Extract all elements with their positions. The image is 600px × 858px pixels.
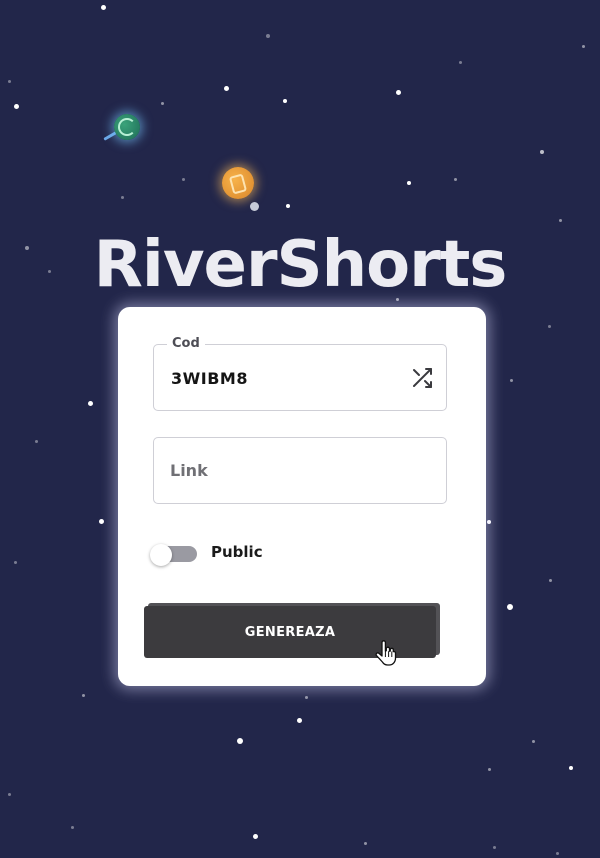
star [224,86,229,91]
star [540,150,544,154]
star [82,694,85,697]
star [14,561,17,564]
public-toggle[interactable] [150,544,197,566]
orange-planet-icon [222,167,254,199]
star [253,834,258,839]
star [507,604,513,610]
star [99,519,104,524]
star [582,45,585,48]
code-field-value: 3WIBM8 [171,369,248,388]
app-title: RiverShorts [93,228,508,302]
code-field[interactable]: Cod 3WIBM8 [153,336,447,411]
star [549,579,552,582]
shortener-form-card: Cod 3WIBM8 Public GENEREAZA [118,307,486,686]
star [182,178,185,181]
star [488,768,491,771]
star [286,204,290,208]
space-background: RiverShorts Cod 3WIBM8 Public [0,0,600,858]
star [8,80,11,83]
star [569,766,573,770]
star [161,102,164,105]
star [532,740,535,743]
green-planet-icon [114,114,140,140]
star [407,181,411,185]
star [487,520,491,524]
link-field[interactable] [153,437,447,504]
star [493,846,496,849]
star [266,34,270,38]
star [297,718,302,723]
toggle-knob[interactable] [150,544,172,566]
link-input[interactable] [170,438,430,503]
public-toggle-label: Public [211,543,263,561]
star [548,325,551,328]
shuffle-icon[interactable] [410,366,434,390]
star [101,5,106,10]
star [14,104,19,109]
star [459,61,462,64]
star [71,826,74,829]
star [283,99,287,103]
star [35,440,38,443]
star [364,842,367,845]
star [559,219,562,222]
star [396,90,401,95]
star [8,793,11,796]
star [305,696,308,699]
moon-icon [250,202,259,211]
star [88,401,93,406]
hand-cursor-icon [375,640,397,666]
star [556,852,559,855]
star [510,379,513,382]
star [237,738,243,744]
star [121,196,124,199]
star [454,178,457,181]
